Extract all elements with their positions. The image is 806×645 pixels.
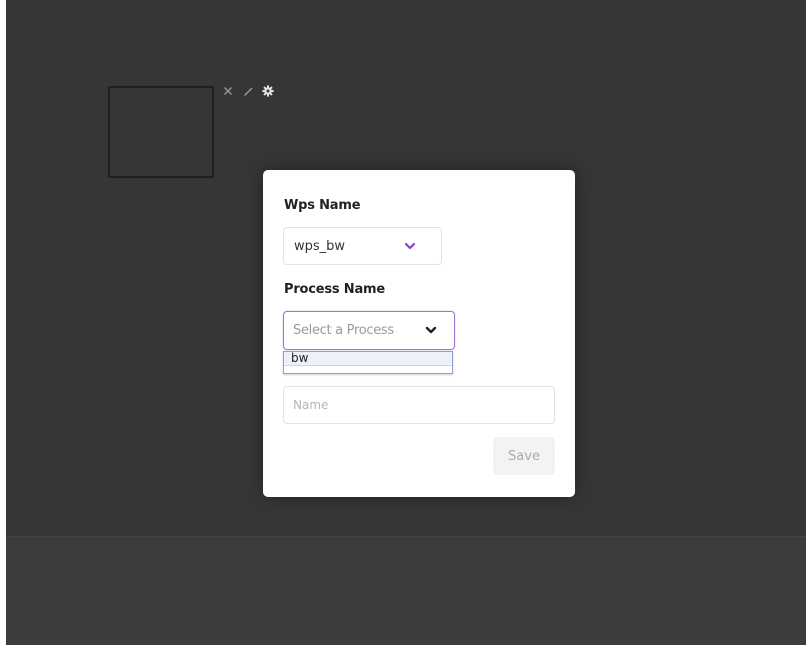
gear-icon[interactable] bbox=[262, 85, 274, 97]
process-select-placeholder: Select a Process bbox=[293, 323, 394, 338]
wps-name-label: Wps Name bbox=[284, 198, 361, 213]
process-dropdown-list: bw bbox=[283, 351, 453, 374]
canvas-lower-panel bbox=[6, 536, 806, 645]
process-name-label: Process Name bbox=[284, 282, 386, 297]
pencil-icon[interactable] bbox=[242, 85, 254, 97]
process-modal: Wps Name wps_bw Process Name Select a Pr… bbox=[263, 170, 575, 497]
name-input[interactable] bbox=[283, 386, 555, 424]
process-option-bw[interactable]: bw bbox=[284, 352, 452, 366]
process-name-select[interactable]: Select a Process bbox=[283, 311, 455, 350]
wps-name-select[interactable]: wps_bw bbox=[283, 227, 442, 265]
close-icon[interactable] bbox=[222, 85, 234, 97]
widget-placeholder[interactable] bbox=[108, 86, 214, 178]
wps-name-selected-value: wps_bw bbox=[294, 238, 346, 254]
chevron-down-icon bbox=[404, 240, 416, 256]
save-button[interactable]: Save bbox=[493, 437, 555, 475]
chevron-down-icon bbox=[425, 324, 437, 340]
widget-toolbar bbox=[222, 84, 274, 98]
